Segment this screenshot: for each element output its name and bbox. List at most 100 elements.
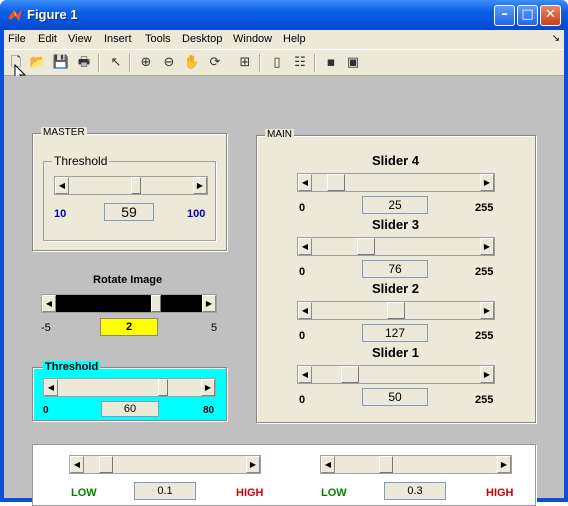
show-plot-tools-icon[interactable]: ▣ xyxy=(343,53,363,73)
slider4-title: Slider 4 xyxy=(372,153,419,168)
right-high-label: HIGH xyxy=(486,487,514,499)
left-value-field[interactable]: 0.1 xyxy=(134,482,196,500)
master-max-label: 100 xyxy=(187,208,206,220)
close-icon: ✕ xyxy=(545,7,556,22)
master-threshold-label: Threshold xyxy=(52,154,110,168)
slider-left-arrow-icon[interactable]: ◀ xyxy=(298,302,312,319)
master-min-label: 10 xyxy=(54,208,67,220)
low-high-slider-right[interactable]: ◀ ▶ xyxy=(320,455,512,474)
slider-right-arrow-icon[interactable]: ▶ xyxy=(201,379,215,396)
toolbar-separator xyxy=(314,54,316,72)
master-threshold-group: Threshold ◀ ▶ 10 59 100 xyxy=(43,154,216,241)
bottom-panel: ◀ ▶ LOW 0.1 HIGH ◀ ▶ LOW 0.3 HIGH xyxy=(32,444,536,506)
threshold-slider[interactable]: ◀ ▶ xyxy=(43,378,216,397)
slider1-value-field[interactable]: 50 xyxy=(362,388,428,406)
slider-thumb[interactable] xyxy=(341,366,360,383)
slider-thumb[interactable] xyxy=(379,456,394,473)
pan-hand-icon[interactable]: ✋ xyxy=(182,53,202,73)
rotate-slider[interactable]: ◀ ▶ xyxy=(41,294,217,313)
slider3-max-label: 255 xyxy=(475,266,494,278)
slider-left-arrow-icon[interactable]: ◀ xyxy=(298,238,312,255)
slider1-min-label: 0 xyxy=(299,394,306,406)
zoom-out-icon[interactable]: ⊖ xyxy=(159,53,179,73)
low-high-slider-left[interactable]: ◀ ▶ xyxy=(69,455,261,474)
open-icon[interactable]: 📂 xyxy=(28,53,48,73)
toolbar-separator xyxy=(259,54,261,72)
slider4-value-field[interactable]: 25 xyxy=(362,196,428,214)
slider-thumb[interactable] xyxy=(326,174,345,191)
hide-plot-tools-icon[interactable]: ▪ xyxy=(321,53,341,73)
save-icon[interactable]: 💾 xyxy=(51,53,71,73)
master-value-field[interactable]: 59 xyxy=(104,203,154,221)
left-low-label: LOW xyxy=(71,487,97,499)
menu-help[interactable]: Help xyxy=(283,33,306,45)
menu-dock-arrow-icon[interactable]: ↘ xyxy=(552,33,560,44)
menu-edit[interactable]: Edit xyxy=(38,33,57,45)
slider-right-arrow-icon[interactable]: ▶ xyxy=(193,177,207,194)
slider-thumb[interactable] xyxy=(151,295,162,312)
slider2-value-field[interactable]: 127 xyxy=(362,324,428,342)
slider-left-arrow-icon[interactable]: ◀ xyxy=(298,174,312,191)
slider-right-arrow-icon[interactable]: ▶ xyxy=(246,456,260,473)
pointer-icon[interactable]: ↖ xyxy=(106,53,126,73)
master-threshold-slider[interactable]: ◀ ▶ xyxy=(54,176,208,195)
slider-left-arrow-icon[interactable]: ◀ xyxy=(55,177,69,194)
slider-left-arrow-icon[interactable]: ◀ xyxy=(321,456,335,473)
slider-thumb[interactable] xyxy=(157,379,168,396)
slider2[interactable]: ◀ ▶ xyxy=(297,301,495,320)
threshold-min-label: 0 xyxy=(43,405,49,416)
threshold-max-label: 80 xyxy=(203,405,215,416)
menu-insert[interactable]: Insert xyxy=(104,33,132,45)
rotate-value-field[interactable]: 2 xyxy=(100,318,158,336)
figure-canvas: MASTER Threshold ◀ ▶ 10 59 100 Rotate Im… xyxy=(4,76,564,506)
slider1-max-label: 255 xyxy=(475,394,494,406)
menu-tools[interactable]: Tools xyxy=(145,33,171,45)
slider3-title: Slider 3 xyxy=(372,217,419,232)
slider4[interactable]: ◀ ▶ xyxy=(297,173,495,192)
print-icon[interactable]: 🖶 xyxy=(74,53,94,73)
close-button[interactable]: ✕ xyxy=(540,5,561,26)
right-value-field[interactable]: 0.3 xyxy=(384,482,446,500)
data-cursor-icon[interactable]: ⊞ xyxy=(235,53,255,73)
menu-desktop[interactable]: Desktop xyxy=(182,33,222,45)
menu-view[interactable]: View xyxy=(68,33,92,45)
toolbar: 🗋 📂 💾 🖶 ↖ ⊕ ⊖ ✋ ⟳ ⊞ ▯ ☷ ▪ ▣ xyxy=(4,49,564,82)
zoom-in-icon[interactable]: ⊕ xyxy=(136,53,156,73)
rotate-min-label: -5 xyxy=(41,322,51,334)
slider-right-arrow-icon[interactable]: ▶ xyxy=(480,366,494,383)
slider-right-arrow-icon[interactable]: ▶ xyxy=(480,174,494,191)
menu-window[interactable]: Window xyxy=(233,33,272,45)
slider-thumb[interactable] xyxy=(130,177,141,194)
minimize-button[interactable]: – xyxy=(494,5,515,26)
slider-right-arrow-icon[interactable]: ▶ xyxy=(480,302,494,319)
slider-thumb[interactable] xyxy=(98,456,113,473)
slider-thumb[interactable] xyxy=(386,302,405,319)
threshold-value-field[interactable]: 60 xyxy=(101,401,159,417)
slider-left-arrow-icon[interactable]: ◀ xyxy=(70,456,84,473)
legend-icon[interactable]: ☷ xyxy=(290,53,310,73)
slider-right-arrow-icon[interactable]: ▶ xyxy=(480,238,494,255)
slider-left-arrow-icon[interactable]: ◀ xyxy=(42,295,56,312)
title-bar[interactable]: Figure 1 – □ ✕ xyxy=(0,0,568,30)
toolbar-separator xyxy=(98,54,100,72)
slider1[interactable]: ◀ ▶ xyxy=(297,365,495,384)
slider3-value-field[interactable]: 76 xyxy=(362,260,428,278)
slider2-max-label: 255 xyxy=(475,330,494,342)
slider-left-arrow-icon[interactable]: ◀ xyxy=(44,379,58,396)
window-title: Figure 1 xyxy=(27,7,78,22)
maximize-icon: □ xyxy=(521,7,534,22)
colorbar-icon[interactable]: ▯ xyxy=(267,53,287,73)
main-panel: MAIN Slider 4 ◀ ▶ 0 25 255 Slider 3 ◀ ▶ … xyxy=(256,129,536,423)
client-area: File Edit View Insert Tools Desktop Wind… xyxy=(4,30,564,506)
menu-file[interactable]: File xyxy=(8,33,26,45)
slider-left-arrow-icon[interactable]: ◀ xyxy=(298,366,312,383)
slider-thumb[interactable] xyxy=(356,238,375,255)
slider-right-arrow-icon[interactable]: ▶ xyxy=(202,295,216,312)
rotate-3d-icon[interactable]: ⟳ xyxy=(205,53,225,73)
maximize-button[interactable]: □ xyxy=(517,5,538,26)
window-frame: Figure 1 – □ ✕ File Edit View Insert Too… xyxy=(0,0,568,506)
threshold-panel: Threshold ◀ ▶ 0 60 80 xyxy=(32,361,227,421)
slider-right-arrow-icon[interactable]: ▶ xyxy=(497,456,511,473)
right-low-label: LOW xyxy=(321,487,347,499)
slider3[interactable]: ◀ ▶ xyxy=(297,237,495,256)
